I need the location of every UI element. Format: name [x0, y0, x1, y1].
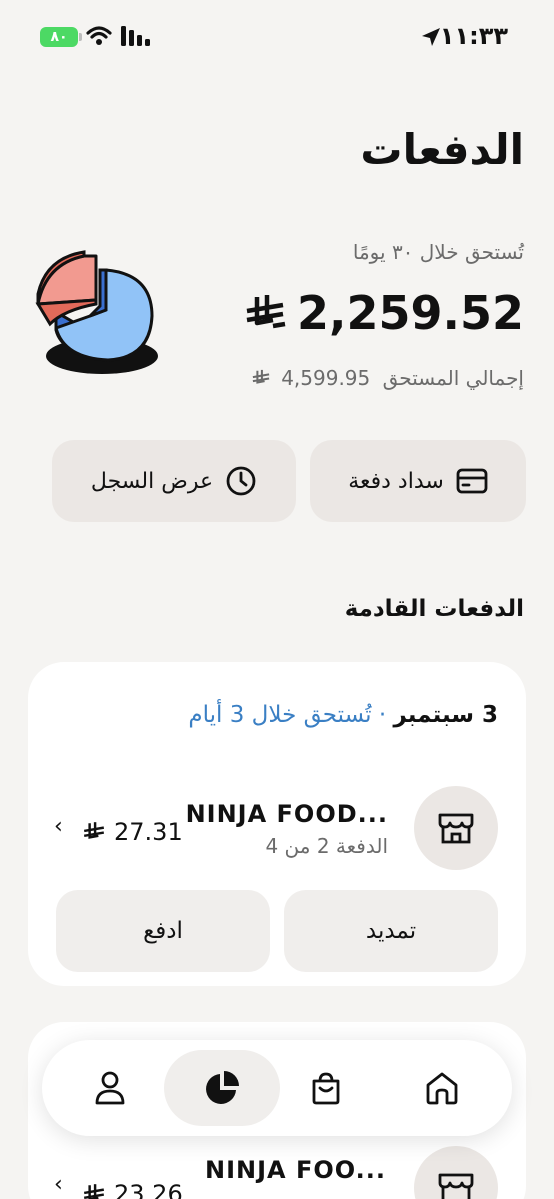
- total-due: إجمالي المستحق 4,599.95: [251, 366, 524, 390]
- payment-due-in: تُستحق خلال 3 أيام: [188, 702, 372, 728]
- date-separator: ·: [371, 702, 394, 728]
- chevron-left-icon: ‹: [54, 1172, 63, 1197]
- total-due-value: 4,599.95: [281, 366, 371, 390]
- pie-chart-illustration-icon: [35, 250, 158, 374]
- battery-indicator: ٨٠: [40, 27, 82, 47]
- row-amount-value: 27.31: [114, 818, 183, 846]
- store-avatar: [414, 1146, 498, 1199]
- pie-chart-icon: [206, 1071, 239, 1104]
- payment-due-date: 3 سبتمبر · تُستحق خلال 3 أيام: [188, 702, 498, 728]
- make-payment-button[interactable]: سداد دفعة: [310, 440, 526, 522]
- user-icon: [95, 1071, 125, 1105]
- view-history-button[interactable]: عرض السجل: [52, 440, 296, 522]
- upcoming-payments-title: الدفعات القادمة: [344, 596, 524, 622]
- location-arrow-icon: [422, 28, 440, 46]
- nav-payments[interactable]: [164, 1050, 280, 1126]
- clock-icon: [226, 466, 256, 496]
- payment-date: 3 سبتمبر: [393, 702, 498, 728]
- pay-now-label: ادفع: [143, 918, 183, 944]
- due-period-label: تُستحق خلال ٣٠ يومًا: [352, 240, 524, 264]
- store-icon: [438, 813, 474, 844]
- nav-shop[interactable]: [268, 1050, 384, 1126]
- battery-level: ٨٠: [50, 29, 68, 45]
- merchant-name: NINJA FOO...: [205, 1156, 386, 1184]
- cellular-signal-icon: [121, 26, 150, 46]
- status-bar: ٨٠ ١١:٣٣: [0, 0, 554, 72]
- credit-card-icon: [456, 468, 488, 494]
- make-payment-label: سداد دفعة: [348, 468, 444, 494]
- due-amount-value: 2,259.52: [297, 286, 524, 340]
- nav-profile[interactable]: [52, 1050, 168, 1126]
- merchant-name: NINJA FOOD...: [185, 800, 388, 828]
- row-amount-value: 23.26: [114, 1180, 183, 1199]
- payment-card: 3 سبتمبر · تُستحق خلال 3 أيام NINJA FOOD…: [28, 662, 526, 986]
- extend-button[interactable]: تمديد: [284, 890, 498, 972]
- bottom-navigation: [42, 1040, 512, 1136]
- riyal-icon: [246, 295, 286, 329]
- extend-label: تمديد: [365, 918, 417, 944]
- riyal-icon: [83, 1184, 105, 1199]
- home-icon: [426, 1072, 458, 1105]
- total-due-label: إجمالي المستحق: [382, 366, 524, 390]
- wifi-icon: [86, 26, 112, 45]
- due-amount: 2,259.52: [243, 286, 524, 340]
- store-icon: [438, 1173, 474, 1199]
- row-amount: 27.31: [82, 818, 183, 846]
- clock-time: ١١:٣٣: [439, 22, 508, 50]
- chevron-left-icon: ‹: [54, 814, 63, 839]
- row-amount: 23.26: [82, 1180, 183, 1199]
- page-title: الدفعات: [360, 125, 524, 174]
- riyal-icon: [252, 369, 270, 384]
- installment-count: الدفعة 2 من 4: [265, 834, 388, 858]
- riyal-icon: [83, 822, 105, 839]
- payments-screen: ٨٠ ١١:٣٣ الدفعات تُستحق خلال ٣٠ يومًا 2,…: [0, 0, 554, 1199]
- view-history-label: عرض السجل: [90, 468, 214, 494]
- pay-now-button[interactable]: ادفع: [56, 890, 270, 972]
- store-avatar: [414, 786, 498, 870]
- shopping-bag-icon: [312, 1072, 340, 1105]
- nav-home[interactable]: [384, 1050, 500, 1126]
